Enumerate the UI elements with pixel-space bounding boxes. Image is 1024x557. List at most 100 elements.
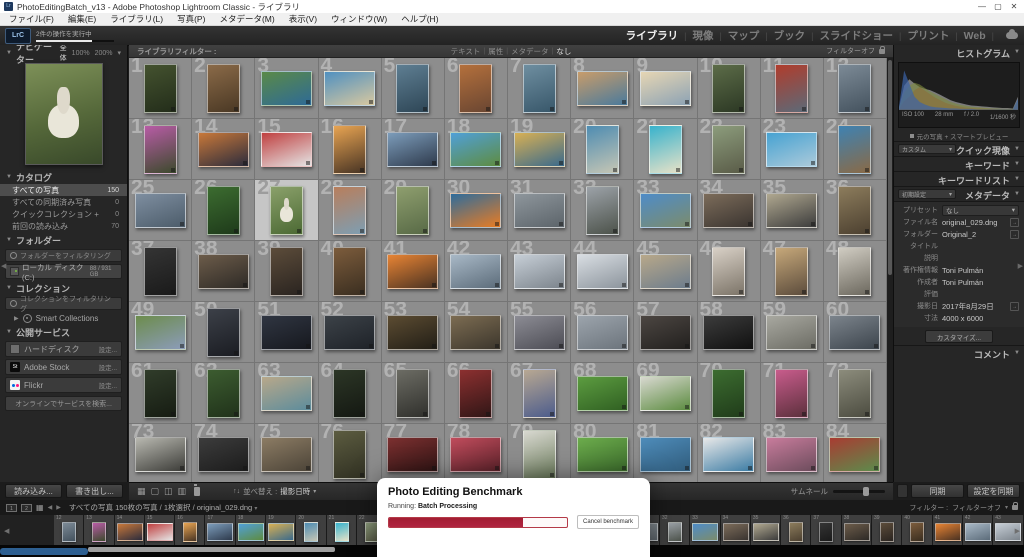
grid-cell[interactable]: 54 [445, 302, 508, 363]
grid-cell[interactable]: 16 [319, 119, 382, 180]
photo-thumbnail[interactable] [829, 315, 880, 350]
photo-thumbnail[interactable] [703, 437, 754, 472]
photo-thumbnail[interactable] [640, 71, 691, 106]
grid-cell[interactable]: 34 [698, 180, 761, 241]
grid-cell[interactable]: 49 [129, 302, 192, 363]
photo-thumbnail[interactable] [577, 254, 628, 289]
grid-cell[interactable]: 84 [824, 424, 887, 482]
folder-filter-input[interactable]: フォルダーをフィルタリング [5, 249, 122, 262]
filmstrip-cell[interactable]: 34 [721, 515, 751, 545]
grid-cell[interactable]: 20 [571, 119, 634, 180]
menu-item[interactable]: メタデータ(M) [212, 13, 281, 26]
photo-thumbnail[interactable] [450, 437, 501, 472]
photo-thumbnail[interactable] [640, 254, 691, 289]
filmstrip-thumbnail[interactable] [268, 523, 294, 541]
grid-cell[interactable]: 76 [319, 424, 382, 482]
grid-cell[interactable]: 44 [571, 241, 634, 302]
grid-cell[interactable]: 1 [129, 58, 192, 119]
catalog-header[interactable]: ▼ カタログ [0, 169, 127, 184]
metadata-value[interactable]: 2017年8月29日 [942, 301, 1007, 312]
sync-settings-button[interactable]: 設定を同期 [967, 484, 1020, 498]
photo-thumbnail[interactable] [766, 132, 817, 167]
grid-cell[interactable]: 29 [382, 180, 445, 241]
filmstrip-thumbnail[interactable] [819, 522, 833, 542]
filmstrip-cell[interactable]: 19 [266, 515, 296, 545]
photo-thumbnail[interactable] [333, 186, 366, 235]
grid-cell[interactable]: 36 [824, 180, 887, 241]
filmstrip-cell[interactable]: 13 [84, 515, 114, 545]
grid-cell[interactable]: 47 [761, 241, 824, 302]
photo-thumbnail[interactable] [703, 193, 754, 228]
navigator-header[interactable]: ▼ ナビゲーター 全体 100% 200% ▾ [0, 45, 127, 60]
grid-cell[interactable]: 13 [129, 119, 192, 180]
go-to-icon[interactable]: → [1010, 302, 1019, 311]
metadata-value[interactable]: original_029.dng [942, 218, 1007, 227]
grid-view-icon[interactable]: ▦ [137, 487, 146, 496]
photo-thumbnail[interactable] [459, 64, 492, 113]
filmstrip-cell[interactable]: 35 [751, 515, 781, 545]
import-button[interactable]: 読み込み... [5, 484, 62, 498]
filmstrip-thumbnail[interactable] [668, 522, 682, 542]
photo-thumbnail[interactable] [450, 193, 501, 228]
filter-lock-icon[interactable] [879, 49, 885, 54]
grid-cell[interactable]: 32 [571, 180, 634, 241]
keyword-list-header[interactable]: キーワードリスト ▼ [894, 171, 1024, 186]
publish-service-settings[interactable]: 設定... [99, 344, 117, 354]
filmstrip-thumbnail[interactable] [238, 523, 264, 541]
photo-thumbnail[interactable] [144, 125, 177, 174]
histogram-header[interactable]: ヒストグラム ▼ [894, 45, 1024, 60]
filmstrip-thumbnail[interactable] [935, 523, 961, 541]
photo-thumbnail[interactable] [207, 186, 240, 235]
smart-preview-status[interactable]: 元の写真 + スマートプレビュー [894, 130, 1024, 141]
grid-cell[interactable]: 12 [824, 58, 887, 119]
filmstrip-thumbnail[interactable] [965, 523, 991, 541]
grid-cell[interactable]: 8 [571, 58, 634, 119]
catalog-item[interactable]: 前回の読み込み70 [0, 220, 127, 232]
filmstrip-thumbnail[interactable] [335, 522, 349, 542]
grid-cell[interactable]: 71 [761, 363, 824, 424]
quick-develop-header[interactable]: カスタム▾ クイック現像 ▼ [894, 141, 1024, 156]
photo-thumbnail[interactable] [135, 437, 186, 472]
grid-cell[interactable]: 74 [192, 424, 255, 482]
grid-cell[interactable]: 31 [508, 180, 571, 241]
filmstrip-thumbnail[interactable] [692, 523, 718, 541]
thumbnail-slider-thumb[interactable] [863, 487, 869, 496]
go-to-icon[interactable]: → [1010, 218, 1019, 227]
grid-cell[interactable]: 69 [634, 363, 697, 424]
metadata-value[interactable]: Toni Pulmán [942, 266, 1019, 275]
filmstrip-cell[interactable]: 16 [175, 515, 205, 545]
menu-item[interactable]: ヘルプ(H) [394, 13, 445, 26]
grid-cell[interactable]: 43 [508, 241, 571, 302]
saved-preset-dropdown[interactable]: カスタム▾ [898, 144, 956, 154]
grid-cell[interactable]: 23 [761, 119, 824, 180]
grid-cell[interactable]: 72 [824, 363, 887, 424]
grid-cell[interactable]: 55 [508, 302, 571, 363]
menu-item[interactable]: 表示(V) [282, 13, 324, 26]
filmstrip-cell[interactable]: 37 [811, 515, 841, 545]
photo-thumbnail[interactable] [766, 193, 817, 228]
compare-view-icon[interactable]: ◫ [164, 487, 173, 496]
filter-option[interactable]: 属性 [485, 46, 506, 57]
find-more-services-button[interactable]: オンラインでサービスを検索... [5, 396, 122, 411]
zoom-100-option[interactable]: 100% [72, 50, 90, 57]
grid-cell[interactable]: 63 [255, 363, 318, 424]
photo-thumbnail[interactable] [261, 132, 312, 167]
maximize-button[interactable]: ▢ [990, 0, 1006, 13]
filter-option[interactable]: テキスト [448, 46, 484, 57]
photo-thumbnail[interactable] [703, 315, 754, 350]
photo-thumbnail[interactable] [396, 369, 429, 418]
grid-scrollbar-thumb[interactable] [888, 60, 892, 275]
grid-cell[interactable]: 4 [319, 58, 382, 119]
folder-item-local-disk[interactable]: ローカル ディスク (C:) 88 / 931 GB [5, 264, 122, 279]
grid-cell[interactable]: 21 [634, 119, 697, 180]
publish-service-item[interactable]: Flickr設定... [5, 377, 122, 393]
photo-thumbnail[interactable] [387, 254, 438, 289]
photo-thumbnail[interactable] [775, 247, 808, 296]
grid-cell[interactable]: 6 [445, 58, 508, 119]
minimize-button[interactable]: — [974, 0, 990, 13]
photo-thumbnail[interactable] [333, 369, 366, 418]
menu-item[interactable]: 編集(E) [61, 13, 103, 26]
grid-cell[interactable]: 73 [129, 424, 192, 482]
right-panel-collapse-icon[interactable]: ▶ [1018, 262, 1023, 270]
sync-button[interactable]: 同期 [911, 484, 964, 498]
